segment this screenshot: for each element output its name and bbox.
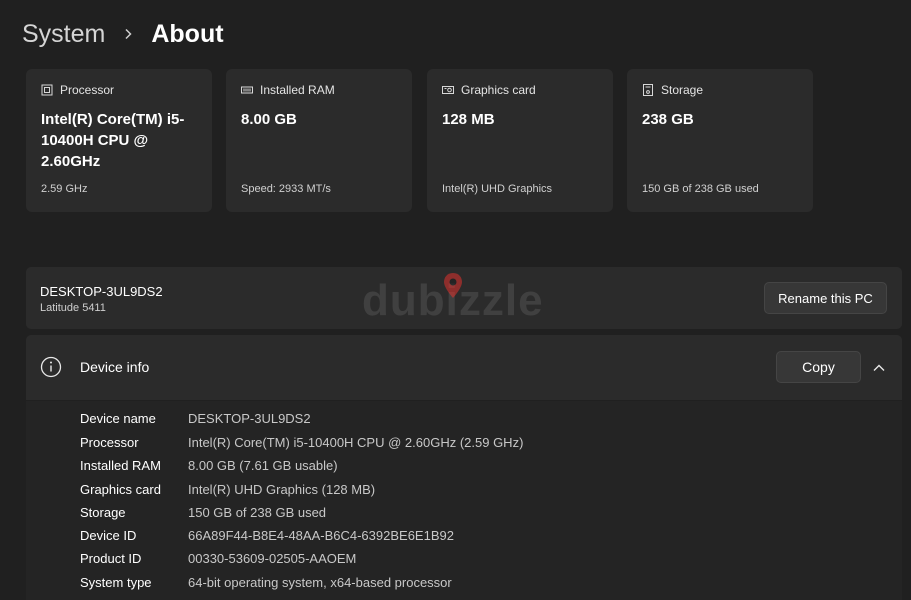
storage-detail-value: 150 GB of 238 GB used [188,504,327,520]
device-info-title: Device info [80,359,150,375]
product-id-label: Product ID [80,550,142,566]
storage-label: Storage [80,504,126,520]
graphics-card-row: Graphics card Intel(R) UHD Graphics (128… [80,479,375,499]
graphics-card-detail-value: Intel(R) UHD Graphics (128 MB) [188,481,376,497]
device-id-value: 66A89F44-B8E4-48AA-B6C4-6392BE6E1B92 [188,527,454,543]
rename-pc-button[interactable]: Rename this PC [764,282,887,314]
storage-card-sub: 150 GB of 238 GB used [642,183,759,195]
device-name-label: Device name [80,410,156,426]
page-title: About [151,19,224,48]
storage-icon [642,84,654,96]
device-name-row: Device name DESKTOP-3UL9DS2 [80,408,311,428]
graphics-card-title: Graphics card [461,83,536,97]
processor-label: Processor [80,434,139,450]
ram-card: Installed RAM 8.00 GB Speed: 2933 MT/s [226,69,412,212]
graphics-card-sub: Intel(R) UHD Graphics [442,183,553,195]
system-type-value: 64-bit operating system, x64-based proce… [188,574,452,590]
device-info-details: Device name DESKTOP-3UL9DS2 Processor In… [26,401,902,600]
copy-button[interactable]: Copy [776,351,861,383]
graphics-card-icon [442,84,454,96]
processor-card-title: Processor [60,83,115,97]
dubizzle-pin-icon [444,273,462,298]
device-id-label: Device ID [80,527,137,543]
pc-name-card: DESKTOP-3UL9DS2 Latitude 5411 Rename thi… [26,267,902,329]
processor-icon [41,84,53,96]
ram-card-value: 8.00 GB [241,111,297,128]
graphics-card-card: Graphics card 128 MB Intel(R) UHD Graphi… [427,69,613,212]
info-icon [40,356,62,378]
chevron-up-icon[interactable] [872,361,886,375]
installed-ram-row: Installed RAM 8.00 GB (7.61 GB usable) [80,455,338,475]
system-type-row: System type 64-bit operating system, x64… [80,572,452,592]
processor-card-sub: 2.59 GHz [41,183,88,195]
pc-name: DESKTOP-3UL9DS2 [40,284,163,299]
device-id-row: Device ID 66A89F44-B8E4-48AA-B6C4-6392BE… [80,525,454,545]
ram-icon [241,84,253,96]
pc-model: Latitude 5411 [40,302,106,314]
installed-ram-label: Installed RAM [80,457,161,473]
chevron-right-icon [119,25,137,43]
ram-card-title: Installed RAM [260,83,335,97]
processor-card: Processor Intel(R) Core(TM) i5-10400H CP… [26,69,212,212]
processor-card-value: Intel(R) Core(TM) i5-10400H CPU @ 2.60GH… [41,111,185,170]
ram-card-sub: Speed: 2933 MT/s [241,183,331,195]
product-id-value: 00330-53609-02505-AAOEM [188,550,357,566]
storage-card-title: Storage [661,83,704,97]
processor-value: Intel(R) Core(TM) i5-10400H CPU @ 2.60GH… [188,434,524,450]
graphics-card-value: 128 MB [442,111,495,128]
graphics-card-label: Graphics card [80,481,161,497]
product-id-row: Product ID 00330-53609-02505-AAOEM [80,548,356,568]
storage-card-value: 238 GB [642,111,694,128]
breadcrumb: System About [22,14,224,54]
breadcrumb-system-link[interactable]: System [22,21,105,47]
storage-row: Storage 150 GB of 238 GB used [80,502,326,522]
device-info-header[interactable]: Device info Copy [26,335,902,400]
processor-row: Processor Intel(R) Core(TM) i5-10400H CP… [80,432,523,452]
storage-card: Storage 238 GB 150 GB of 238 GB used [627,69,813,212]
system-type-label: System type [80,574,152,590]
installed-ram-value: 8.00 GB (7.61 GB usable) [188,457,338,473]
device-name-value: DESKTOP-3UL9DS2 [188,410,311,426]
